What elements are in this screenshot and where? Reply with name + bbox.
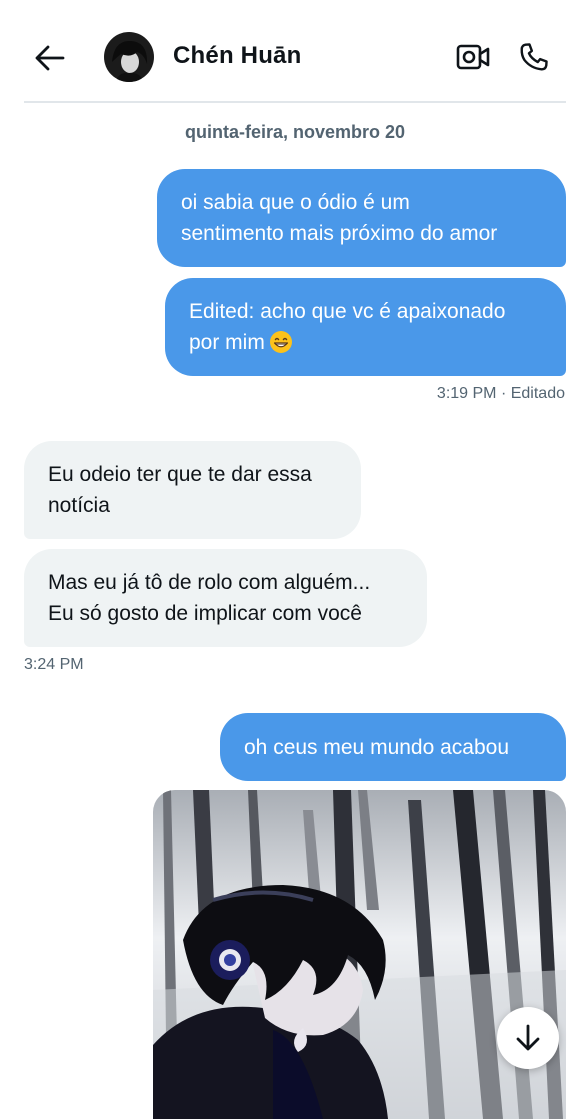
arrow-down-icon xyxy=(516,1024,540,1051)
message-text-content: Edited: acho que vc é apaixonado por mim xyxy=(189,300,506,354)
message-text: Eu odeio ter que te dar essa notícia xyxy=(48,463,312,517)
incoming-message[interactable]: Eu odeio ter que te dar essa notícia xyxy=(24,441,361,539)
message-timestamp: 3:19 PM · Editado xyxy=(436,385,565,402)
arrow-left-icon xyxy=(35,45,65,71)
outgoing-message[interactable]: Edited: acho que vc é apaixonado por mim xyxy=(165,278,566,376)
image-message[interactable] xyxy=(153,790,566,1119)
dm-conversation-screen: Chén Huān quinta-feira, novembro 20 oi s… xyxy=(0,0,585,1119)
anime-character-headphones-image xyxy=(153,790,566,1119)
conversation-header: Chén Huān xyxy=(0,0,585,103)
message-text: oh ceus meu mundo acabou xyxy=(244,735,510,759)
back-button[interactable] xyxy=(30,38,70,78)
avatar[interactable] xyxy=(104,32,154,82)
voice-call-button[interactable] xyxy=(513,36,555,78)
outgoing-message[interactable]: oh ceus meu mundo acabou xyxy=(220,713,566,781)
video-camera-icon xyxy=(456,44,490,70)
message-timestamp: 3:24 PM xyxy=(24,656,84,673)
incoming-message[interactable]: Mas eu já tô de rolo com alguém... Eu só… xyxy=(24,549,427,647)
outgoing-message[interactable]: oi sabia que o ódio é um sentimento mais… xyxy=(157,169,566,267)
grinning-face-icon xyxy=(269,331,292,353)
phone-icon xyxy=(520,43,548,71)
video-call-button[interactable] xyxy=(452,38,494,76)
message-text: oi sabia que o ódio é um sentimento mais… xyxy=(181,191,498,245)
message-text: Edited: acho que vc é apaixonado por mim xyxy=(189,296,505,358)
contact-name[interactable]: Chén Huān xyxy=(173,42,301,70)
scroll-to-bottom-button[interactable] xyxy=(497,1007,559,1069)
header-divider xyxy=(24,101,566,103)
message-text: Mas eu já tô de rolo com alguém... Eu só… xyxy=(48,571,371,625)
date-separator: quinta-feira, novembro 20 xyxy=(184,122,406,142)
